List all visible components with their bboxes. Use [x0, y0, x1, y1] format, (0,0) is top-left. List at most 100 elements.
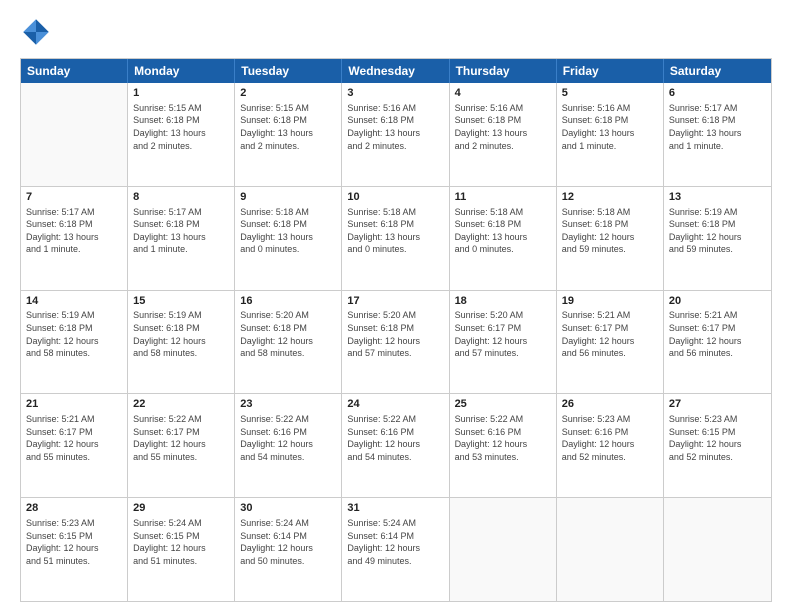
cell-info: Sunrise: 5:17 AM Sunset: 6:18 PM Dayligh… [26, 206, 122, 256]
cell-info: Sunrise: 5:21 AM Sunset: 6:17 PM Dayligh… [26, 413, 122, 463]
cell-info: Sunrise: 5:16 AM Sunset: 6:18 PM Dayligh… [347, 102, 443, 152]
cal-cell: 25Sunrise: 5:22 AM Sunset: 6:16 PM Dayli… [450, 394, 557, 497]
day-number: 25 [455, 397, 551, 412]
day-number: 10 [347, 190, 443, 205]
cal-cell: 14Sunrise: 5:19 AM Sunset: 6:18 PM Dayli… [21, 291, 128, 394]
cal-cell: 11Sunrise: 5:18 AM Sunset: 6:18 PM Dayli… [450, 187, 557, 290]
day-number: 16 [240, 294, 336, 309]
cal-cell: 30Sunrise: 5:24 AM Sunset: 6:14 PM Dayli… [235, 498, 342, 601]
cal-cell: 13Sunrise: 5:19 AM Sunset: 6:18 PM Dayli… [664, 187, 771, 290]
cell-info: Sunrise: 5:18 AM Sunset: 6:18 PM Dayligh… [240, 206, 336, 256]
day-number: 20 [669, 294, 766, 309]
cal-header-cell-wednesday: Wednesday [342, 59, 449, 83]
cell-info: Sunrise: 5:24 AM Sunset: 6:14 PM Dayligh… [347, 517, 443, 567]
cal-cell: 9Sunrise: 5:18 AM Sunset: 6:18 PM Daylig… [235, 187, 342, 290]
day-number: 29 [133, 501, 229, 516]
day-number: 5 [562, 86, 658, 101]
cell-info: Sunrise: 5:16 AM Sunset: 6:18 PM Dayligh… [455, 102, 551, 152]
day-number: 1 [133, 86, 229, 101]
cal-cell: 22Sunrise: 5:22 AM Sunset: 6:17 PM Dayli… [128, 394, 235, 497]
day-number: 23 [240, 397, 336, 412]
cal-cell: 12Sunrise: 5:18 AM Sunset: 6:18 PM Dayli… [557, 187, 664, 290]
cal-cell [21, 83, 128, 186]
cal-header-cell-monday: Monday [128, 59, 235, 83]
cal-row-4: 28Sunrise: 5:23 AM Sunset: 6:15 PM Dayli… [21, 498, 771, 601]
cal-cell: 3Sunrise: 5:16 AM Sunset: 6:18 PM Daylig… [342, 83, 449, 186]
cell-info: Sunrise: 5:22 AM Sunset: 6:16 PM Dayligh… [240, 413, 336, 463]
day-number: 12 [562, 190, 658, 205]
day-number: 30 [240, 501, 336, 516]
day-number: 14 [26, 294, 122, 309]
cell-info: Sunrise: 5:20 AM Sunset: 6:18 PM Dayligh… [240, 309, 336, 359]
cal-cell [450, 498, 557, 601]
cal-header-cell-friday: Friday [557, 59, 664, 83]
cal-cell: 26Sunrise: 5:23 AM Sunset: 6:16 PM Dayli… [557, 394, 664, 497]
cal-cell: 4Sunrise: 5:16 AM Sunset: 6:18 PM Daylig… [450, 83, 557, 186]
cal-row-3: 21Sunrise: 5:21 AM Sunset: 6:17 PM Dayli… [21, 394, 771, 498]
cal-cell: 5Sunrise: 5:16 AM Sunset: 6:18 PM Daylig… [557, 83, 664, 186]
cal-row-0: 1 Sunrise: 5:15 AM Sunset: 6:18 PM Daylig… [21, 83, 771, 187]
cell-info: Sunrise: 5:23 AM Sunset: 6:16 PM Dayligh… [562, 413, 658, 463]
cell-info: Sunrise: 5:17 AM Sunset: 6:18 PM Dayligh… [669, 102, 766, 152]
day-number: 15 [133, 294, 229, 309]
day-number: 28 [26, 501, 122, 516]
cell-info: Sunrise: 5:22 AM Sunset: 6:16 PM Dayligh… [455, 413, 551, 463]
cal-cell [557, 498, 664, 601]
cell-info: Sunrise: 5:18 AM Sunset: 6:18 PM Dayligh… [562, 206, 658, 256]
day-number: 7 [26, 190, 122, 205]
day-number: 9 [240, 190, 336, 205]
cal-cell: 1Sunrise: 5:15 AM Sunset: 6:18 PM Daylig… [128, 83, 235, 186]
day-number: 17 [347, 294, 443, 309]
cal-header-cell-tuesday: Tuesday [235, 59, 342, 83]
cal-cell: 27Sunrise: 5:23 AM Sunset: 6:15 PM Dayli… [664, 394, 771, 497]
day-number: 22 [133, 397, 229, 412]
cal-cell: 23Sunrise: 5:22 AM Sunset: 6:16 PM Dayli… [235, 394, 342, 497]
cal-cell [664, 498, 771, 601]
cal-cell: 15Sunrise: 5:19 AM Sunset: 6:18 PM Dayli… [128, 291, 235, 394]
cal-cell: 2Sunrise: 5:15 AM Sunset: 6:18 PM Daylig… [235, 83, 342, 186]
day-number: 13 [669, 190, 766, 205]
day-number: 4 [455, 86, 551, 101]
cal-cell: 6Sunrise: 5:17 AM Sunset: 6:18 PM Daylig… [664, 83, 771, 186]
cell-info: Sunrise: 5:21 AM Sunset: 6:17 PM Dayligh… [669, 309, 766, 359]
cal-cell: 20Sunrise: 5:21 AM Sunset: 6:17 PM Dayli… [664, 291, 771, 394]
cal-header-cell-thursday: Thursday [450, 59, 557, 83]
cal-cell: 17Sunrise: 5:20 AM Sunset: 6:18 PM Dayli… [342, 291, 449, 394]
day-number: 2 [240, 86, 336, 101]
cell-info: Sunrise: 5:15 AM Sunset: 6:18 PM Dayligh… [240, 102, 336, 152]
cell-info: Sunrise: 5:19 AM Sunset: 6:18 PM Dayligh… [133, 309, 229, 359]
day-number: 21 [26, 397, 122, 412]
day-number: 31 [347, 501, 443, 516]
logo [20, 16, 56, 48]
cell-info: Sunrise: 5:22 AM Sunset: 6:16 PM Dayligh… [347, 413, 443, 463]
cal-header-cell-saturday: Saturday [664, 59, 771, 83]
cal-cell: 16Sunrise: 5:20 AM Sunset: 6:18 PM Dayli… [235, 291, 342, 394]
cell-info: Sunrise: 5:17 AM Sunset: 6:18 PM Dayligh… [133, 206, 229, 256]
calendar-header: SundayMondayTuesdayWednesdayThursdayFrid… [21, 59, 771, 83]
cell-info: Sunrise: 5:18 AM Sunset: 6:18 PM Dayligh… [455, 206, 551, 256]
header [20, 16, 772, 48]
cal-cell: 28Sunrise: 5:23 AM Sunset: 6:15 PM Dayli… [21, 498, 128, 601]
page: SundayMondayTuesdayWednesdayThursdayFrid… [0, 0, 792, 612]
cal-cell: 24Sunrise: 5:22 AM Sunset: 6:16 PM Dayli… [342, 394, 449, 497]
cell-info: Sunrise: 5:24 AM Sunset: 6:15 PM Dayligh… [133, 517, 229, 567]
cell-info: Sunrise: 5:22 AM Sunset: 6:17 PM Dayligh… [133, 413, 229, 463]
logo-icon [20, 16, 52, 48]
cell-info: Sunrise: 5:19 AM Sunset: 6:18 PM Dayligh… [669, 206, 766, 256]
cell-info: Sunrise: 5:20 AM Sunset: 6:17 PM Dayligh… [455, 309, 551, 359]
cell-info: Sunrise: 5:23 AM Sunset: 6:15 PM Dayligh… [669, 413, 766, 463]
cell-info: Sunrise: 5:21 AM Sunset: 6:17 PM Dayligh… [562, 309, 658, 359]
cell-info: Sunrise: 5:19 AM Sunset: 6:18 PM Dayligh… [26, 309, 122, 359]
cal-cell: 18Sunrise: 5:20 AM Sunset: 6:17 PM Dayli… [450, 291, 557, 394]
day-number: 24 [347, 397, 443, 412]
cal-cell: 8Sunrise: 5:17 AM Sunset: 6:18 PM Daylig… [128, 187, 235, 290]
day-number: 27 [669, 397, 766, 412]
cell-info: Sunrise: 5:24 AM Sunset: 6:14 PM Dayligh… [240, 517, 336, 567]
cal-cell: 21Sunrise: 5:21 AM Sunset: 6:17 PM Dayli… [21, 394, 128, 497]
cell-info: Sunrise: 5:20 AM Sunset: 6:18 PM Dayligh… [347, 309, 443, 359]
day-number: 18 [455, 294, 551, 309]
cal-row-2: 14Sunrise: 5:19 AM Sunset: 6:18 PM Dayli… [21, 291, 771, 395]
day-number: 19 [562, 294, 658, 309]
cell-info: Sunrise: 5:16 AM Sunset: 6:18 PM Dayligh… [562, 102, 658, 152]
cal-header-cell-sunday: Sunday [21, 59, 128, 83]
